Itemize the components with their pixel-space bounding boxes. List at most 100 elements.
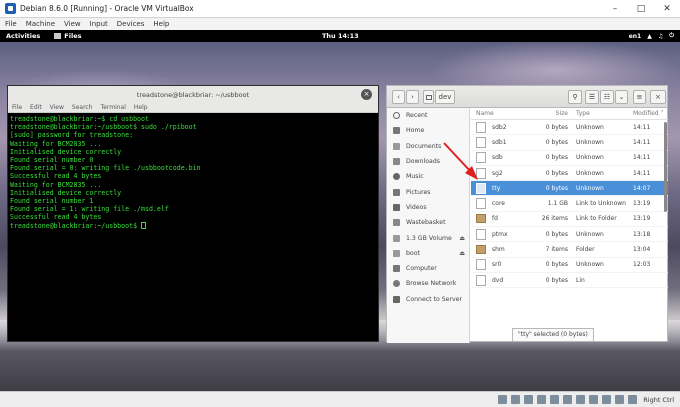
audio-icon[interactable] bbox=[524, 395, 534, 404]
terminal-prompt-line[interactable]: treadstone@blackbriar:~/usbboot$ bbox=[10, 222, 376, 230]
view-options-button[interactable]: ⌄ bbox=[615, 90, 628, 104]
sidebar-item-videos[interactable]: Videos bbox=[387, 200, 469, 215]
terminal-output[interactable]: treadstone@blackbriar:~$ cd usbboot tread… bbox=[8, 113, 378, 232]
location-icon-button[interactable] bbox=[423, 90, 434, 104]
sidebar-item-music[interactable]: Music bbox=[387, 169, 469, 184]
table-row[interactable]: ptmx 0 bytes Unknown 13:18 bbox=[471, 227, 668, 243]
terminal-window[interactable]: treadstone@blackbriar: ~/usbboot × File … bbox=[7, 85, 379, 342]
harddisk-icon[interactable] bbox=[498, 395, 508, 404]
menu-help[interactable]: Help bbox=[153, 20, 169, 28]
file-type: Lin bbox=[576, 276, 585, 284]
path-button-dev[interactable]: dev bbox=[435, 90, 455, 104]
eject-icon[interactable]: ⏏ bbox=[459, 235, 465, 242]
usb-icon[interactable] bbox=[550, 395, 560, 404]
display-icon[interactable] bbox=[576, 395, 586, 404]
sidebar-item-label: Recent bbox=[406, 112, 428, 120]
network-adapter-icon[interactable] bbox=[537, 395, 547, 404]
cpu-icon[interactable] bbox=[602, 395, 612, 404]
menu-input[interactable]: Input bbox=[90, 20, 108, 28]
file-type: Unknown bbox=[576, 138, 604, 146]
column-name[interactable]: Name bbox=[471, 110, 537, 117]
terminal-menu-view[interactable]: View bbox=[50, 104, 64, 111]
power-icon[interactable]: ⏻ bbox=[669, 32, 674, 40]
volume-icon[interactable]: ♫ bbox=[658, 33, 663, 40]
table-row[interactable]: sg2 0 bytes Unknown 14:11 bbox=[471, 166, 668, 182]
terminal-line: Initialised device correctly bbox=[10, 188, 122, 197]
sidebar-item-computer[interactable]: Computer bbox=[387, 261, 469, 276]
menu-machine[interactable]: Machine bbox=[26, 20, 55, 28]
table-row[interactable]: sdb 0 bytes Unknown 14:11 bbox=[471, 151, 668, 166]
scrollbar[interactable] bbox=[664, 122, 667, 212]
list-view-button[interactable]: ☰ bbox=[585, 90, 599, 104]
sidebar-item-documents[interactable]: Documents bbox=[387, 139, 469, 154]
sidebar-item-pictures[interactable]: Pictures bbox=[387, 184, 469, 199]
terminal-line: Waiting for BCM2835 ... bbox=[10, 180, 102, 189]
app-menu-label: Files bbox=[64, 32, 82, 40]
keyboard-icon[interactable] bbox=[628, 395, 638, 404]
terminal-menu-help[interactable]: Help bbox=[134, 104, 148, 111]
activities-button[interactable]: Activities bbox=[6, 32, 40, 40]
terminal-line: treadstone@blackbriar:~/usbboot$ sudo ./… bbox=[10, 123, 197, 132]
forward-button[interactable]: › bbox=[406, 90, 419, 104]
terminal-titlebar[interactable]: treadstone@blackbriar: ~/usbboot × bbox=[8, 86, 378, 103]
sidebar-item-network[interactable]: Browse Network bbox=[387, 276, 469, 291]
sidebar-item-boot[interactable]: boot ⏏ bbox=[387, 246, 469, 261]
search-button[interactable]: ⚲ bbox=[568, 90, 582, 104]
table-row[interactable]: sdb1 0 bytes Unknown 14:11 bbox=[471, 135, 668, 151]
keyboard-layout[interactable]: en1 bbox=[629, 33, 642, 40]
pictures-icon bbox=[393, 188, 400, 196]
sidebar-item-wastebasket[interactable]: Wastebasket bbox=[387, 215, 469, 230]
terminal-title: treadstone@blackbriar: ~/usbboot bbox=[136, 90, 250, 99]
table-row[interactable]: shm 7 items Folder 13:04 bbox=[471, 242, 668, 258]
sort-up-icon: ˄ bbox=[660, 110, 664, 117]
table-row[interactable]: fd 26 items Link to Folder 13:19 bbox=[471, 212, 668, 228]
table-row[interactable]: core 1.1 GB Link to Unknown 13:19 bbox=[471, 196, 668, 212]
terminal-line: Successful read 4 bytes bbox=[10, 172, 102, 181]
terminal-menu-edit[interactable]: Edit bbox=[30, 104, 42, 111]
file-type: Unknown bbox=[576, 230, 604, 238]
menu-view[interactable]: View bbox=[64, 20, 81, 28]
close-button[interactable]: ✕ bbox=[654, 4, 680, 14]
table-row-selected[interactable]: tty 0 bytes Unknown 14:07 bbox=[471, 181, 668, 197]
sidebar-item-downloads[interactable]: Downloads bbox=[387, 154, 469, 169]
terminal-menubar: File Edit View Search Terminal Help bbox=[8, 103, 378, 113]
sidebar-item-connect-server[interactable]: Connect to Server bbox=[387, 292, 469, 307]
network-icon[interactable]: ▲ bbox=[647, 33, 652, 40]
column-type[interactable]: Type bbox=[572, 110, 628, 117]
downloads-icon bbox=[393, 158, 400, 166]
table-row[interactable]: sr0 0 bytes Unknown 12:03 bbox=[471, 258, 668, 273]
file-list[interactable]: Name Size Type Modified ˄ sdb2 0 bytes Unk… bbox=[471, 108, 668, 343]
clock[interactable]: Thu 14:13 bbox=[322, 32, 359, 40]
menu-devices[interactable]: Devices bbox=[117, 20, 145, 28]
terminal-close-button[interactable]: × bbox=[361, 89, 372, 100]
file-size: 0 bytes bbox=[545, 184, 568, 192]
table-row[interactable]: dvd 0 bytes Lin bbox=[471, 273, 668, 289]
file-type: Unknown bbox=[576, 154, 604, 162]
mouse-integration-icon[interactable] bbox=[615, 395, 625, 404]
menu-file[interactable]: File bbox=[5, 20, 17, 28]
terminal-menu-search[interactable]: Search bbox=[72, 104, 93, 111]
eject-icon[interactable]: ⏏ bbox=[459, 250, 465, 257]
terminal-menu-terminal[interactable]: Terminal bbox=[101, 104, 126, 111]
terminal-menu-file[interactable]: File bbox=[12, 104, 22, 111]
optical-drive-icon[interactable] bbox=[511, 395, 521, 404]
sidebar-item-recent[interactable]: Recent bbox=[387, 108, 469, 123]
window-close-button[interactable]: × bbox=[650, 90, 666, 104]
app-menu[interactable]: Files bbox=[54, 32, 81, 40]
recording-icon[interactable] bbox=[589, 395, 599, 404]
back-button[interactable]: ‹ bbox=[392, 90, 405, 104]
minimize-button[interactable]: – bbox=[602, 4, 628, 14]
grid-view-button[interactable]: ☷ bbox=[600, 90, 614, 104]
files-headerbar[interactable]: ‹ › dev ⚲ ☰ ☷ ⌄ ≡ × bbox=[387, 86, 667, 108]
file-size: 0 bytes bbox=[545, 123, 568, 131]
terminal-line: Initialised device correctly bbox=[10, 147, 122, 156]
column-size[interactable]: Size bbox=[537, 110, 572, 117]
column-modified[interactable]: Modified ˄ bbox=[628, 110, 666, 117]
menu-button[interactable]: ≡ bbox=[633, 90, 646, 104]
table-row[interactable]: sdb2 0 bytes Unknown 14:11 bbox=[471, 120, 668, 136]
shared-folders-icon[interactable] bbox=[563, 395, 573, 404]
files-window[interactable]: ‹ › dev ⚲ ☰ ☷ ⌄ ≡ × Recent Home Document… bbox=[386, 85, 668, 343]
sidebar-item-home[interactable]: Home bbox=[387, 123, 469, 138]
maximize-button[interactable]: □ bbox=[628, 4, 654, 14]
sidebar-item-volume[interactable]: 1.3 GB Volume ⏏ bbox=[387, 230, 469, 245]
